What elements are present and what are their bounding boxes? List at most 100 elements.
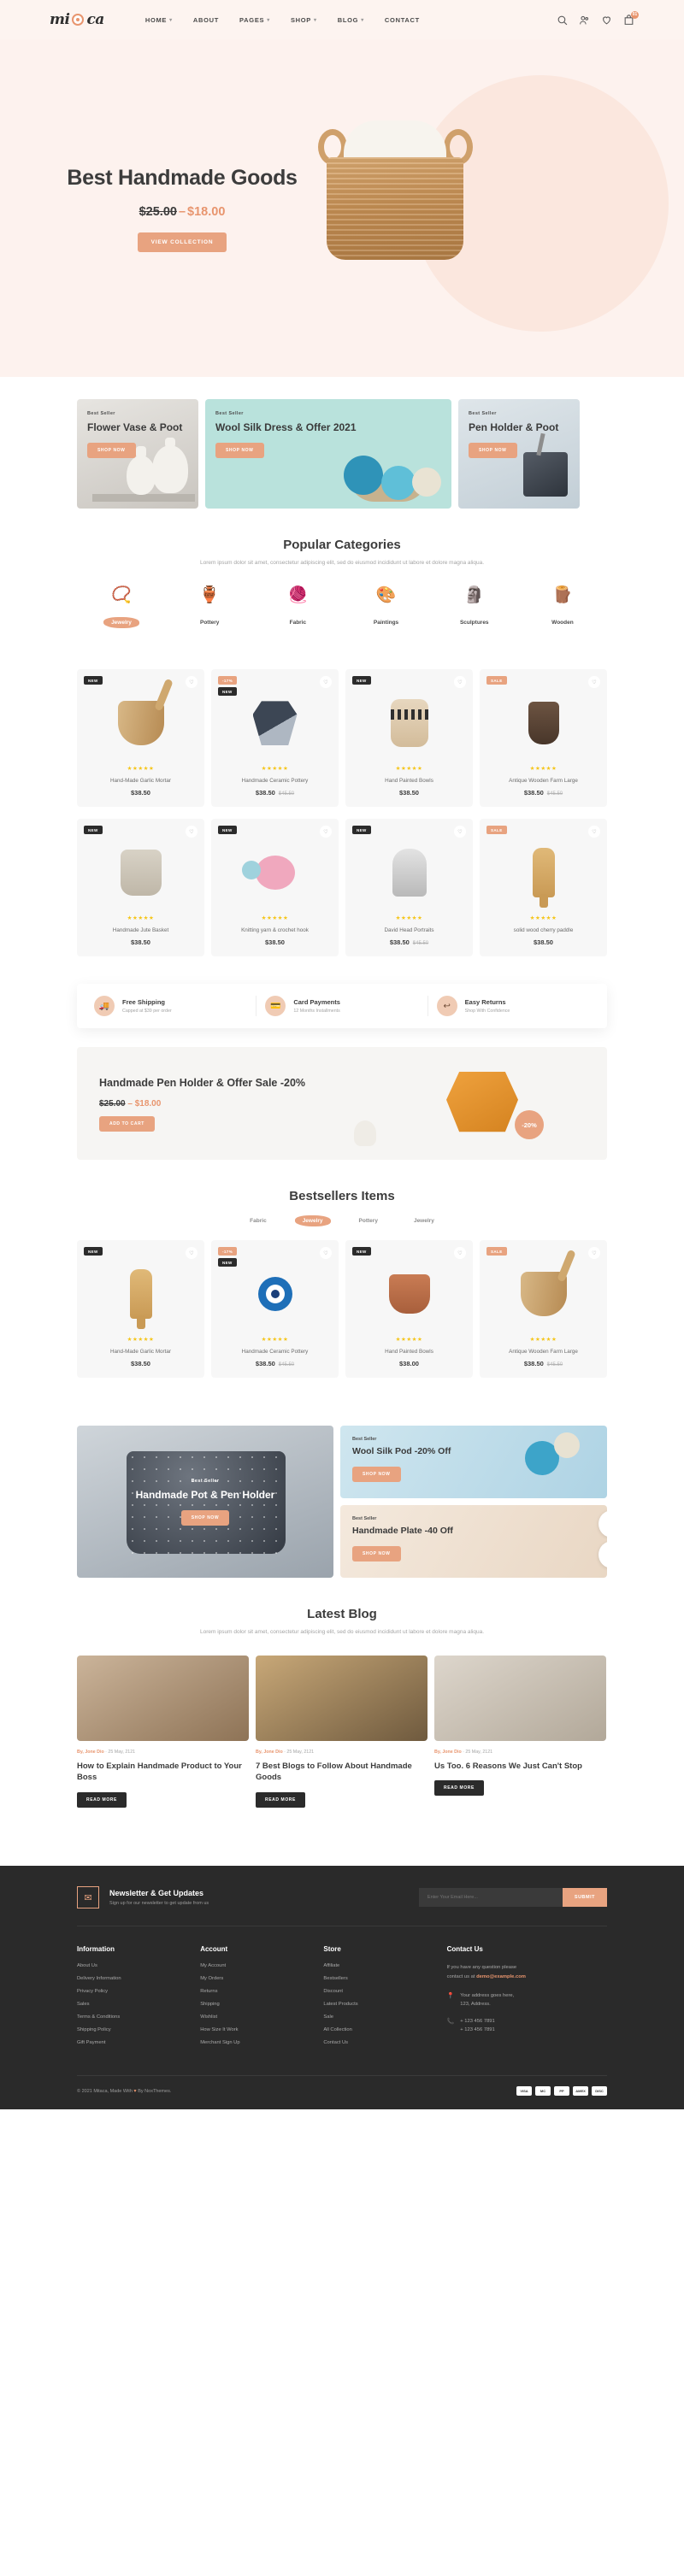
banner-handmade-plate[interactable]: Best Seller Handmade Plate -40 Off SHOP … <box>340 1505 607 1579</box>
category-item-jewelry[interactable]: 📿 Jewelry <box>87 587 156 629</box>
footer-link[interactable]: Shipping Policy <box>77 2027 200 2032</box>
product-card[interactable]: NEW ♡ ★★★★★ Hand-Made Garlic Mortar $38.… <box>77 669 204 808</box>
nav-item-blog[interactable]: BLOG ▾ <box>338 16 364 24</box>
footer-link[interactable]: Latest Products <box>323 2002 446 2007</box>
newsletter-submit-button[interactable]: SUBMIT <box>562 1888 607 1908</box>
paintings-icon: 🎨 <box>375 586 397 605</box>
banner-title: Wool Silk Dress & Offer 2021 <box>215 421 357 433</box>
banner-card-wool-silk[interactable]: Best Seller Wool Silk Dress & Offer 2021… <box>205 399 451 509</box>
footer-heading: Account <box>200 1945 228 1954</box>
banner-card-pen-holder[interactable]: Best Seller Pen Holder & Poot SHOP NOW <box>458 399 580 509</box>
footer-link[interactable]: Shipping <box>200 2002 323 2007</box>
category-item-fabric[interactable]: 🧶 Fabric <box>263 587 332 628</box>
category-item-pottery[interactable]: 🏺 Pottery <box>175 587 244 628</box>
blog-post[interactable]: By, Jone Dio · 25 May, 2121 7 Best Blogs… <box>256 1655 428 1808</box>
shop-now-button[interactable]: SHOP NOW <box>215 443 264 459</box>
product-image <box>84 836 198 909</box>
category-item-sculptures[interactable]: 🗿 Sculptures <box>440 587 509 628</box>
footer-link[interactable]: Gift Payment <box>77 2040 200 2045</box>
footer-link[interactable]: My Orders <box>200 1976 323 1981</box>
product-card[interactable]: NEW ♡ ★★★★★ Hand Painted Bowls $38.00 <box>345 1240 473 1379</box>
footer-link[interactable]: Terms & Conditions <box>77 2014 200 2020</box>
site-footer: ✉ Newsletter & Get Updates Sign up for o… <box>0 1866 684 2110</box>
tab-pottery[interactable]: Pottery <box>351 1215 386 1226</box>
contact-email[interactable]: demo@example.com <box>476 1974 526 1979</box>
product-card[interactable]: SALE ♡ ★★★★★ solid wood cherry paddle $3… <box>480 819 607 957</box>
rating-stars: ★★★★★ <box>261 915 289 922</box>
footer-link[interactable]: Contact Us <box>323 2040 446 2045</box>
site-logo[interactable]: mi ca <box>50 11 104 28</box>
category-label: Jewelry <box>103 617 139 629</box>
footer-link[interactable]: About Us <box>77 1963 200 1968</box>
product-grid-row-2: NEW ♡ ★★★★★ Handmade Jute Basket $38.50 … <box>77 819 607 957</box>
nav-item-about[interactable]: ABOUT <box>193 16 219 24</box>
footer-column-contact: Contact Us If you have any question plea… <box>447 1945 607 2053</box>
yarn-ball-lightblue <box>381 466 416 500</box>
product-image <box>352 1257 466 1331</box>
banner-handmade-pot[interactable]: Best Seller Handmade Pot & Pen Holder SH… <box>77 1426 333 1579</box>
tab-jewelry-2[interactable]: Jewelry <box>406 1215 442 1226</box>
read-more-button[interactable]: READ MORE <box>434 1780 484 1797</box>
blog-post[interactable]: By, Jone Dio · 25 May, 2121 How to Expla… <box>77 1655 249 1808</box>
badge-sale: SALE <box>486 1247 507 1256</box>
contact-note-post: contact us at <box>446 1974 475 1980</box>
product-card[interactable]: SALE ♡ ★★★★★ Antique Wooden Farm Large $… <box>480 669 607 808</box>
product-card[interactable]: NEW ♡ ★★★★★ Hand-Made Garlic Mortar $38.… <box>77 1240 204 1379</box>
footer-link[interactable]: How Size It Work <box>200 2027 323 2032</box>
read-more-button[interactable]: READ MORE <box>256 1792 305 1808</box>
latest-blog-section: Latest Blog Lorem ipsum dolor sit amet, … <box>77 1578 607 1837</box>
product-card[interactable]: NEW ♡ ★★★★★ David Head Portraits $38.50 $… <box>345 819 473 957</box>
site-header: mi ca HOME ▾ ABOUT PAGES ▾ SHOP ▾ BLOG ▾ <box>0 0 684 39</box>
mortar-illustration <box>117 701 164 746</box>
nav-item-shop[interactable]: SHOP ▾ <box>291 16 317 24</box>
product-card[interactable]: NEW ♡ ★★★★★ Knitting yarn & crochet hook… <box>211 819 339 957</box>
category-item-paintings[interactable]: 🎨 Paintings <box>352 587 421 628</box>
product-card[interactable]: -17% NEW ♡ ★★★★★ Handmade Ceramic Potter… <box>211 1240 339 1379</box>
footer-link[interactable]: Sale <box>323 2014 446 2020</box>
shop-now-button[interactable]: SHOP NOW <box>87 443 136 459</box>
footer-link[interactable]: Privacy Policy <box>77 1989 200 1994</box>
nav-item-contact[interactable]: CONTACT <box>385 16 420 24</box>
shop-now-button[interactable]: SHOP NOW <box>352 1545 401 1561</box>
badge-new: NEW <box>352 1247 371 1256</box>
shop-now-button[interactable]: SHOP NOW <box>469 443 517 459</box>
footer-link[interactable]: Delivery Information <box>77 1976 200 1981</box>
banner-card-flower-vase[interactable]: Best Seller Flower Vase & Poot SHOP NOW <box>77 399 198 509</box>
badge-new: NEW <box>352 826 371 835</box>
badge-new: NEW <box>218 687 237 697</box>
footer-link[interactable]: All Collection <box>323 2027 446 2032</box>
shop-now-button[interactable]: SHOP NOW <box>352 1466 401 1482</box>
product-card[interactable]: NEW ♡ ★★★★★ Hand Painted Bowls $38.50 <box>345 669 473 808</box>
footer-link[interactable]: Discount <box>323 1989 446 1994</box>
footer-link[interactable]: Merchant Sign Up <box>200 2040 323 2045</box>
badge-sale: -17% <box>218 676 238 685</box>
banner-wool-silk-pod[interactable]: Best Seller Wool Silk Pod -20% Off SHOP … <box>340 1426 607 1499</box>
footer-link[interactable]: Bestsellers <box>323 1976 446 1981</box>
nav-item-home[interactable]: HOME ▾ <box>145 16 173 24</box>
search-icon[interactable] <box>557 15 568 26</box>
view-collection-button[interactable]: VIEW COLLECTION <box>137 232 227 252</box>
cart-icon[interactable]: 01 <box>623 10 639 26</box>
product-card[interactable]: NEW ♡ ★★★★★ Handmade Jute Basket $38.50 <box>77 819 204 957</box>
nav-item-pages[interactable]: PAGES ▾ <box>239 16 270 24</box>
footer-column-store: Store Affiliate Bestsellers Discount Lat… <box>323 1945 446 2053</box>
promo-content: Handmade Pen Holder & Offer Sale -20% $2… <box>99 1075 313 1132</box>
footer-link[interactable]: Returns <box>200 1989 323 1994</box>
add-to-cart-button[interactable]: ADD TO CART <box>99 1116 155 1132</box>
category-item-wooden[interactable]: 🪵 Wooden <box>528 587 597 628</box>
wishlist-icon[interactable] <box>601 15 612 26</box>
footer-link[interactable]: Sales <box>77 2002 200 2007</box>
read-more-button[interactable]: READ MORE <box>77 1792 127 1808</box>
newsletter-email-input[interactable] <box>418 1888 563 1908</box>
product-card[interactable]: SALE ♡ ★★★★★ Antique Wooden Farm Large $… <box>480 1240 607 1379</box>
payment-methods: VISA MC PP AMEX DISC <box>516 2086 607 2097</box>
tab-jewelry[interactable]: Jewelry <box>294 1215 331 1227</box>
footer-link[interactable]: Affiliate <box>323 1963 446 1968</box>
account-icon[interactable] <box>579 15 590 26</box>
shop-now-button[interactable]: SHOP NOW <box>180 1510 230 1526</box>
product-card[interactable]: -17% NEW ♡ ★★★★★ Handmade Ceramic Potter… <box>211 669 339 808</box>
tab-fabric[interactable]: Fabric <box>242 1215 274 1226</box>
blog-post[interactable]: By, Jone Dio · 25 May, 2121 Us Too. 6 Re… <box>434 1655 606 1808</box>
footer-link[interactable]: Wishlist <box>200 2014 323 2020</box>
footer-link[interactable]: My Account <box>200 1963 323 1968</box>
